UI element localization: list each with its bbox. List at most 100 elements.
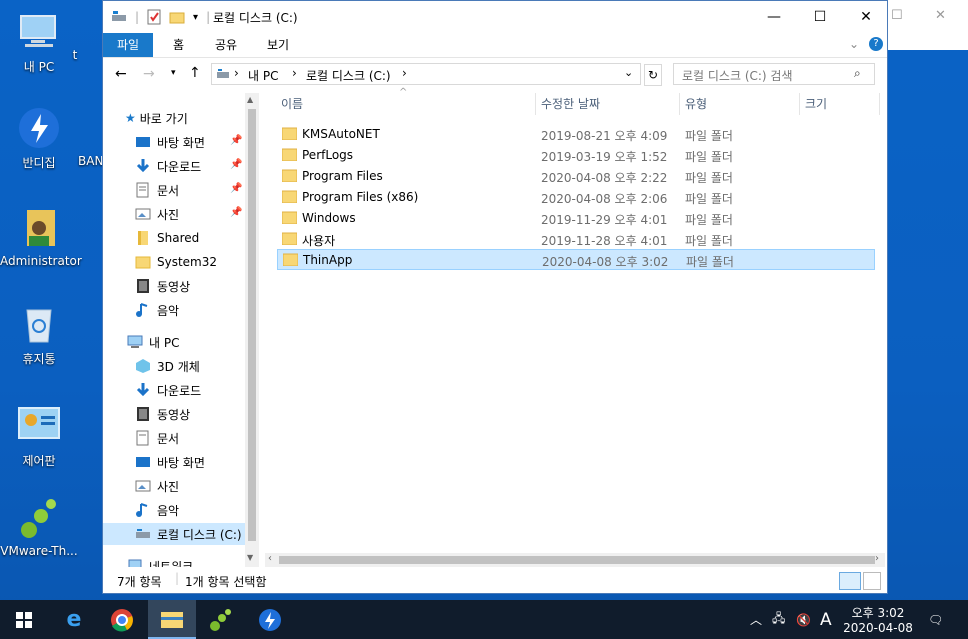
back-icon[interactable]: ← bbox=[115, 66, 127, 82]
refresh-icon[interactable]: ↻ bbox=[644, 64, 662, 86]
column-divider[interactable] bbox=[879, 93, 880, 115]
desktop-icon-control-panel[interactable]: 제어판 bbox=[0, 404, 78, 469]
chevron-down-icon[interactable]: ▾ bbox=[193, 12, 198, 23]
taskbar-internet-explorer[interactable]: e bbox=[50, 600, 98, 639]
nav-item-pictures[interactable]: 사진 bbox=[135, 475, 261, 497]
file-row[interactable]: PerfLogs 2019-03-19 오후 1:52 파일 폴더 bbox=[277, 145, 875, 166]
pin-icon[interactable]: 📌 bbox=[230, 159, 242, 170]
nav-item-downloads[interactable]: 다운로드 bbox=[135, 379, 261, 401]
breadcrumb-separator-icon[interactable]: › bbox=[292, 66, 297, 80]
nav-item-desktop[interactable]: 바탕 화면 bbox=[135, 451, 261, 473]
scroll-thumb[interactable] bbox=[279, 556, 875, 564]
nav-item-music[interactable]: 음악 bbox=[135, 299, 261, 321]
selected-count: 1개 항목 선택함 bbox=[185, 575, 267, 589]
file-row-selected[interactable]: ThinApp 2020-04-08 오후 3:02 파일 폴더 bbox=[277, 249, 875, 270]
action-center[interactable]: 🗨 bbox=[928, 600, 943, 639]
nav-item-shared[interactable]: Shared bbox=[135, 227, 261, 249]
desktop-icon-bandizip[interactable]: 반디집 bbox=[0, 106, 78, 171]
close-button[interactable]: ✕ bbox=[843, 1, 889, 33]
tab-file[interactable]: 파일 bbox=[103, 33, 154, 57]
minimize-button[interactable]: — bbox=[751, 1, 797, 33]
new-folder-icon[interactable] bbox=[169, 10, 185, 24]
scroll-right-icon[interactable]: › bbox=[875, 553, 879, 564]
horizontal-scrollbar[interactable]: ‹ › bbox=[265, 553, 885, 567]
recent-locations-icon[interactable]: ▾ bbox=[171, 68, 176, 78]
column-divider[interactable] bbox=[679, 93, 680, 115]
maximize-icon[interactable]: ☐ bbox=[891, 8, 903, 23]
title-bar[interactable]: | ▾ | 로컬 디스크 (C:) — ☐ ✕ bbox=[103, 1, 887, 33]
column-header-date[interactable]: 수정한 날짜 bbox=[541, 93, 600, 115]
address-bar[interactable]: › 내 PC › 로컬 디스크 (C:) › ⌄ bbox=[211, 63, 641, 85]
expand-ribbon-icon[interactable]: ⌄ bbox=[849, 37, 859, 51]
pin-icon[interactable]: 📌 bbox=[230, 207, 242, 218]
column-header-size[interactable]: 크기 bbox=[805, 93, 827, 115]
navigation-pane[interactable]: ★ 바로 가기 바탕 화면 📌 다운로드 📌 문서 📌 사진 📌 Shared bbox=[103, 93, 261, 567]
scroll-up-icon[interactable]: ▲ bbox=[247, 95, 253, 104]
scroll-down-icon[interactable]: ▼ bbox=[247, 553, 253, 562]
input-method[interactable]: A bbox=[820, 600, 832, 639]
nav-this-pc[interactable]: 내 PC bbox=[127, 331, 261, 353]
help-icon[interactable]: ? bbox=[869, 37, 883, 51]
desktop-icon-recycle-bin[interactable]: 휴지통 bbox=[0, 302, 78, 367]
taskbar-file-explorer[interactable] bbox=[148, 600, 196, 639]
file-explorer-window[interactable]: | ▾ | 로컬 디스크 (C:) — ☐ ✕ 파일 홈 공유 보기 ⌄ ? ←… bbox=[102, 0, 888, 594]
search-input[interactable]: 로컬 디스크 (C:) 검색 ⌕ bbox=[673, 63, 875, 85]
file-list-pane[interactable]: ^ 이름 수정한 날짜 유형 크기 KMSAutoNET 2019-08-21 … bbox=[265, 87, 885, 567]
breadcrumb-separator-icon[interactable]: › bbox=[402, 66, 407, 80]
close-icon[interactable]: ✕ bbox=[935, 8, 946, 23]
large-icons-view-icon[interactable] bbox=[863, 572, 881, 590]
properties-icon[interactable] bbox=[147, 9, 161, 25]
tab-view[interactable]: 보기 bbox=[253, 33, 303, 57]
chevron-down-icon[interactable]: ⌄ bbox=[624, 66, 633, 79]
desktop-icon-partial[interactable]: BAN bbox=[78, 120, 103, 168]
background-window[interactable]: ☐ ✕ bbox=[886, 0, 968, 50]
volume-control[interactable]: 🔇 bbox=[796, 600, 811, 639]
nav-item-system32[interactable]: System32 bbox=[135, 251, 261, 273]
column-divider[interactable] bbox=[535, 93, 536, 115]
nav-item-videos[interactable]: 동영상 bbox=[135, 403, 261, 425]
show-hidden-icons[interactable]: ︿ bbox=[750, 600, 762, 639]
file-row[interactable]: Program Files (x86) 2020-04-08 오후 2:06 파… bbox=[277, 187, 875, 208]
maximize-button[interactable]: ☐ bbox=[797, 1, 843, 33]
nav-item-local-disk[interactable]: 로컬 디스크 (C:) bbox=[103, 523, 245, 545]
clock[interactable]: 오후 3:02 2020-04-08 bbox=[842, 600, 914, 639]
nav-item-3d-objects[interactable]: 3D 개체 bbox=[135, 355, 261, 377]
scroll-left-icon[interactable]: ‹ bbox=[268, 553, 272, 564]
desktop-icon-administrator[interactable]: Administrator bbox=[0, 206, 82, 268]
taskbar-bandizip[interactable] bbox=[246, 600, 294, 639]
breadcrumb-this-pc[interactable]: 내 PC bbox=[248, 67, 278, 84]
nav-item-music[interactable]: 음악 bbox=[135, 499, 261, 521]
file-row[interactable]: Windows 2019-11-29 오후 4:01 파일 폴더 bbox=[277, 208, 875, 229]
tab-share[interactable]: 공유 bbox=[201, 33, 251, 57]
breadcrumb-separator-icon[interactable]: › bbox=[234, 66, 239, 80]
nav-network[interactable]: 네트워크 bbox=[127, 555, 261, 567]
file-row[interactable]: 사용자 2019-11-28 오후 4:01 파일 폴더 bbox=[277, 229, 875, 250]
pin-icon[interactable]: 📌 bbox=[230, 135, 242, 146]
desktop-icon-partial[interactable]: t bbox=[60, 48, 90, 62]
pin-icon[interactable]: 📌 bbox=[230, 183, 242, 194]
breadcrumb-local-disk[interactable]: 로컬 디스크 (C:) bbox=[306, 67, 391, 84]
column-header-type[interactable]: 유형 bbox=[685, 93, 707, 115]
nav-item-videos[interactable]: 동영상 bbox=[135, 275, 261, 297]
forward-icon[interactable]: → bbox=[143, 66, 155, 82]
desktop-icon-vmware[interactable]: VMware-Th... bbox=[0, 496, 78, 558]
nav-item-documents[interactable]: 문서 bbox=[135, 427, 261, 449]
up-icon[interactable]: ↑ bbox=[189, 65, 201, 81]
details-view-icon[interactable] bbox=[839, 572, 861, 590]
scroll-thumb[interactable] bbox=[248, 109, 256, 541]
nav-label: 바탕 화면 bbox=[157, 135, 205, 150]
desktop-icon-this-pc[interactable]: 내 PC bbox=[0, 10, 78, 75]
network-status[interactable]: 🖧 bbox=[772, 600, 785, 639]
tab-home[interactable]: 홈 bbox=[159, 33, 198, 57]
user-folder-icon bbox=[17, 206, 61, 250]
taskbar-chrome[interactable] bbox=[98, 600, 146, 639]
nav-label: 로컬 디스크 (C:) bbox=[157, 527, 242, 542]
nav-quick-access[interactable]: ★ 바로 가기 bbox=[125, 107, 261, 129]
start-button[interactable] bbox=[0, 600, 48, 639]
column-header-name[interactable]: 이름 bbox=[281, 93, 303, 115]
file-row[interactable]: KMSAutoNET 2019-08-21 오후 4:09 파일 폴더 bbox=[277, 124, 875, 145]
nav-scrollbar[interactable]: ▲ ▼ bbox=[245, 93, 259, 567]
column-divider[interactable] bbox=[799, 93, 800, 115]
taskbar-vmware[interactable] bbox=[196, 600, 244, 639]
file-row[interactable]: Program Files 2020-04-08 오후 2:22 파일 폴더 bbox=[277, 166, 875, 187]
